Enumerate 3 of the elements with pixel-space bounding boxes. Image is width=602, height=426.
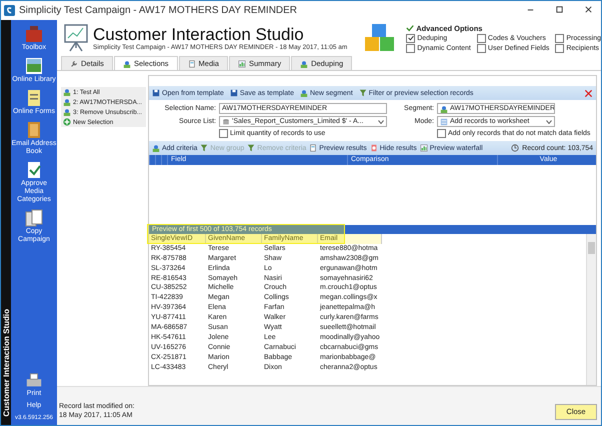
window-title: Simplicity Test Campaign - AW17 MOTHERS DAY REMINDER — [19, 5, 298, 16]
app-title: Customer Interaction Studio — [93, 26, 305, 44]
side-label: Customer Interaction Studio — [2, 309, 10, 417]
